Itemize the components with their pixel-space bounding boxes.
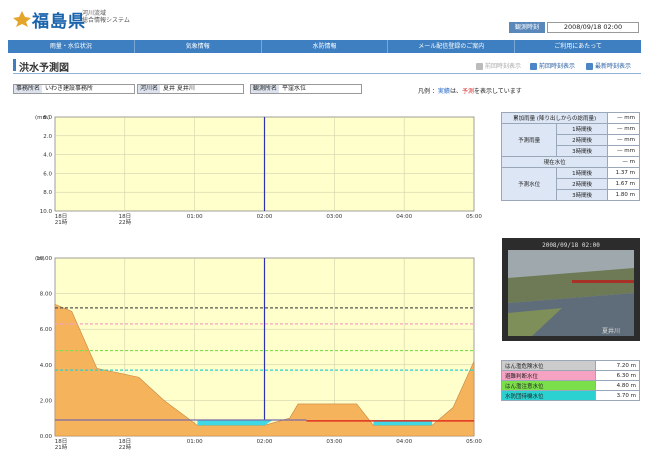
level-chart-xtick: 02:00 <box>257 439 273 445</box>
level-chart-xtick: 01:00 <box>187 439 203 445</box>
level-chart-ytick: 4.00 <box>40 363 53 369</box>
threshold-label: 水防団待機水位 <box>501 390 596 401</box>
cumulative-rain-label: 累加雨量 (降り出しからの総雨量) <box>500 112 609 124</box>
rain-chart-xtick: 18日 <box>55 213 68 220</box>
rain-chart-ytick: 8.0 <box>43 190 52 196</box>
next-time-button[interactable]: 前回時刻表示 <box>530 61 575 70</box>
threshold-row: 避難判断水位 6.30 m <box>501 370 640 381</box>
level-chart-xtick: 04:00 <box>396 439 412 445</box>
threshold-row: はん濫危険水位 7.20 m <box>501 360 640 371</box>
rain-chart-y-unit: (mm) <box>35 115 50 121</box>
water-level-threshold-table: はん濫危険水位 7.20 m 避難判断水位 6.30 m はん濫注意水位 4.80 m… <box>501 360 640 401</box>
refresh-icon <box>586 63 593 70</box>
charts-area: 8.02.04.06.08.010.018日21時18日22時01:00 02:0… <box>35 115 482 451</box>
level-chart-ytick: 0.00 <box>40 434 53 440</box>
level-chart-ytick: 8.00 <box>40 292 53 298</box>
level-chart-xtick: 18日 <box>55 438 68 445</box>
level-chart: 10.008.006.004.002.000.0018日21時18日22時01:… <box>35 256 482 451</box>
threshold-value: 7.20 m <box>595 360 640 371</box>
rain-chart-xtick-sub: 21時 <box>55 218 68 226</box>
threshold-value: 3.70 m <box>595 390 640 401</box>
level-chart-ytick: 2.00 <box>40 398 53 404</box>
level-chart-xtick: 05:00 <box>466 439 482 445</box>
cumulative-rain-value: — mm <box>607 112 640 124</box>
rain-chart-xtick: 03:00 <box>326 214 342 220</box>
threshold-row: 水防団待機水位 3.70 m <box>501 390 640 401</box>
camera-timestamp: 2008/09/18 02:00 <box>542 242 600 249</box>
level-chart-xtick-sub: 22時 <box>119 443 132 451</box>
rain-chart-xtick: 18日 <box>119 213 132 220</box>
level-chart-water-area <box>197 419 273 426</box>
forecast-summary-table: 累加雨量 (降り出しからの総雨量) — mm 予測雨量 1時間後 — mm 2時間後 —… <box>500 112 640 201</box>
datetime-value: 2008/09/18 02:00 <box>547 22 639 33</box>
level-chart-xtick: 03:00 <box>326 439 342 445</box>
rain-chart-xtick: 05:00 <box>466 214 482 220</box>
level-chart-ytick: 6.00 <box>40 327 53 333</box>
level-chart-y-unit: (m) <box>35 256 45 262</box>
level-chart-xtick-sub: 21時 <box>55 443 68 451</box>
rain-chart-ytick: 6.0 <box>43 171 52 177</box>
threshold-value: 6.30 m <box>595 370 640 381</box>
latest-time-button[interactable]: 最新時刻表示 <box>586 61 631 70</box>
rain-chart: 8.02.04.06.08.010.018日21時18日22時01:00 02:0… <box>35 115 482 226</box>
rain-chart-ytick: 10.0 <box>40 209 53 215</box>
forecast-level-label: 予測水位 <box>500 167 558 201</box>
rain-chart-xtick: 01:00 <box>187 214 203 220</box>
rain-chart-xtick-sub: 22時 <box>119 218 132 226</box>
threshold-label: はん濫注意水位 <box>501 380 596 391</box>
threshold-value: 4.80 m <box>595 380 640 391</box>
threshold-label: 避難判断水位 <box>501 370 596 381</box>
nav-item-usage[interactable]: ご利用にあたって <box>515 40 641 53</box>
datetime-label: 観測時刻 <box>509 22 545 33</box>
arrow-right-icon <box>530 63 537 70</box>
threshold-row: はん濫注意水位 4.80 m <box>501 380 640 391</box>
rain-chart-ytick: 4.0 <box>43 153 52 159</box>
rain-chart-xtick: 02:00 <box>257 214 273 220</box>
rain-chart-ytick: 2.0 <box>43 134 52 140</box>
current-level-label: 現在水位 <box>500 156 609 168</box>
level-chart-xtick: 18日 <box>119 438 132 445</box>
rain-chart-xtick: 04:00 <box>396 214 412 220</box>
threshold-label: はん濫危険水位 <box>501 360 596 371</box>
camera-caption: 夏井川 <box>602 327 620 335</box>
forecast-rain-label: 予測雨量 <box>500 123 558 157</box>
current-level-value: — m <box>607 156 640 168</box>
river-camera-image[interactable]: 2008/09/18 02:00 夏井川 <box>502 238 640 341</box>
